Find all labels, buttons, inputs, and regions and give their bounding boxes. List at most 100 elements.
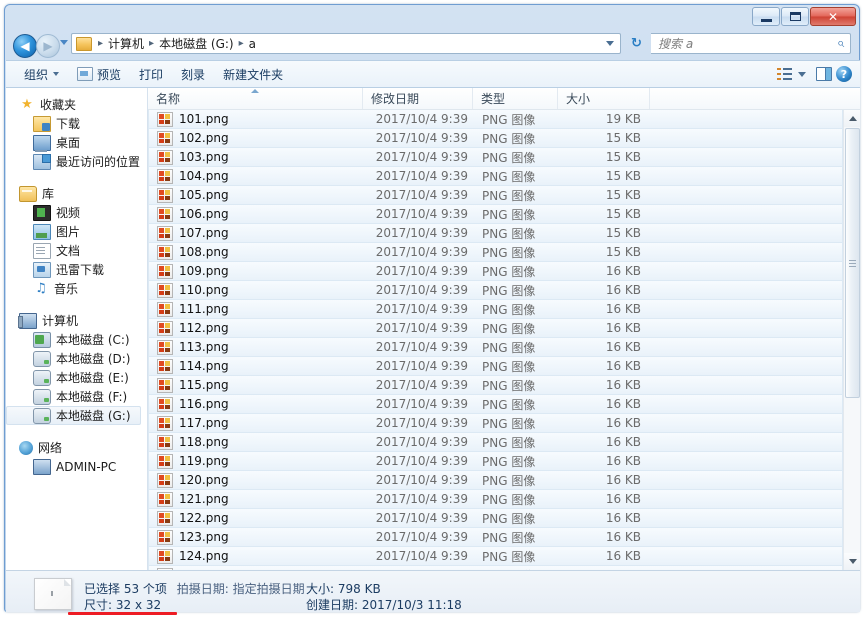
sidebar-item-documents[interactable]: 文档 <box>6 241 147 260</box>
table-row[interactable]: 109.png2017/10/4 9:39PNG 图像16 KB <box>148 262 843 281</box>
table-row[interactable]: 123.png2017/10/4 9:39PNG 图像16 KB <box>148 528 843 547</box>
column-header-size-label: 大小 <box>558 90 590 107</box>
nav-header-network[interactable]: 网络 <box>6 438 147 457</box>
search-icon: ⌕ <box>837 36 844 51</box>
table-row[interactable]: 122.png2017/10/4 9:39PNG 图像16 KB <box>148 509 843 528</box>
breadcrumb-item-drive[interactable]: 本地磁盘 (G:) <box>158 35 235 52</box>
table-row[interactable]: 112.png2017/10/4 9:39PNG 图像16 KB <box>148 319 843 338</box>
file-date-cell: 2017/10/4 9:39 <box>364 131 474 145</box>
table-row[interactable]: 110.png2017/10/4 9:39PNG 图像16 KB <box>148 281 843 300</box>
help-icon[interactable]: ? <box>836 66 852 82</box>
search-box[interactable]: 搜索 a ⌕ <box>651 33 851 54</box>
column-header-type[interactable]: 类型 <box>473 88 558 109</box>
sidebar-item-pictures[interactable]: 图片 <box>6 222 147 241</box>
sidebar-item-videos[interactable]: 视频 <box>6 203 147 222</box>
minimize-button[interactable] <box>752 7 780 26</box>
file-type-cell: PNG 图像 <box>474 396 559 413</box>
sidebar-item-desktop[interactable]: 桌面 <box>6 133 147 152</box>
view-chevron-down-icon[interactable] <box>798 72 806 77</box>
new-folder-button[interactable]: 新建文件夹 <box>215 63 291 85</box>
table-row[interactable]: 105.png2017/10/4 9:39PNG 图像15 KB <box>148 186 843 205</box>
table-row[interactable]: 106.png2017/10/4 9:39PNG 图像15 KB <box>148 205 843 224</box>
table-row[interactable]: 108.png2017/10/4 9:39PNG 图像15 KB <box>148 243 843 262</box>
table-row[interactable]: 120.png2017/10/4 9:39PNG 图像16 KB <box>148 471 843 490</box>
sidebar-item-downloads[interactable]: 下载 <box>6 114 147 133</box>
table-row[interactable]: 118.png2017/10/4 9:39PNG 图像16 KB <box>148 433 843 452</box>
file-type-cell: PNG 图像 <box>474 415 559 432</box>
refresh-icon: ↻ <box>631 36 642 51</box>
refresh-button[interactable]: ↻ <box>627 34 646 53</box>
breadcrumb-item-folder[interactable]: a <box>248 37 257 51</box>
recent-locations-chevron-icon[interactable] <box>60 40 68 45</box>
file-type-cell: PNG 图像 <box>474 548 559 565</box>
sidebar-item-recent-places-label: 最近访问的位置 <box>56 153 140 170</box>
table-row[interactable]: 102.png2017/10/4 9:39PNG 图像15 KB <box>148 129 843 148</box>
chevron-down-icon <box>53 72 59 76</box>
sidebar-item-drive-f[interactable]: 本地磁盘 (F:) <box>6 387 147 406</box>
file-date-cell: 2017/10/4 9:39 <box>364 169 474 183</box>
table-row[interactable]: 115.png2017/10/4 9:39PNG 图像16 KB <box>148 376 843 395</box>
column-header-type-label: 类型 <box>473 90 505 107</box>
nav-header-favorites[interactable]: ★ 收藏夹 <box>6 95 147 114</box>
table-row[interactable]: 113.png2017/10/4 9:39PNG 图像16 KB <box>148 338 843 357</box>
print-label: 打印 <box>139 66 163 83</box>
back-button[interactable]: ◀ <box>13 34 37 58</box>
table-row[interactable]: 114.png2017/10/4 9:39PNG 图像16 KB <box>148 357 843 376</box>
vertical-scrollbar[interactable] <box>843 110 860 570</box>
file-size-cell: 16 KB <box>559 454 651 468</box>
close-button[interactable]: ✕ <box>810 7 856 26</box>
table-row[interactable]: 119.png2017/10/4 9:39PNG 图像16 KB <box>148 452 843 471</box>
file-name-label: 115.png <box>179 378 229 392</box>
xunlei-icon <box>33 262 51 278</box>
scrollbar-thumb[interactable] <box>845 128 860 398</box>
star-icon: ★ <box>19 98 35 112</box>
file-name-cell: 121.png <box>149 492 364 507</box>
back-arrow-icon: ◀ <box>14 35 36 57</box>
table-row[interactable]: 124.png2017/10/4 9:39PNG 图像16 KB <box>148 547 843 566</box>
table-row[interactable]: 121.png2017/10/4 9:39PNG 图像16 KB <box>148 490 843 509</box>
maximize-button[interactable] <box>781 7 809 26</box>
print-button[interactable]: 打印 <box>131 63 171 85</box>
sidebar-item-xunlei[interactable]: 迅雷下载 <box>6 260 147 279</box>
burn-button[interactable]: 刻录 <box>173 63 213 85</box>
table-row[interactable]: 107.png2017/10/4 9:39PNG 图像15 KB <box>148 224 843 243</box>
file-name-label: 114.png <box>179 359 229 373</box>
column-header-name[interactable]: 名称 <box>148 88 363 109</box>
file-size-cell: 16 KB <box>559 549 651 563</box>
sidebar-item-drive-g[interactable]: 本地磁盘 (G:) <box>6 406 141 425</box>
sidebar-item-drive-e[interactable]: 本地磁盘 (E:) <box>6 368 147 387</box>
address-dropdown-chevron-icon[interactable] <box>606 41 614 46</box>
table-row[interactable]: 117.png2017/10/4 9:39PNG 图像16 KB <box>148 414 843 433</box>
table-row[interactable]: 103.png2017/10/4 9:39PNG 图像15 KB <box>148 148 843 167</box>
drive-icon <box>33 370 51 386</box>
forward-button[interactable]: ▶ <box>36 34 60 58</box>
organize-button[interactable]: 组织 <box>16 63 67 85</box>
sidebar-item-drive-c[interactable]: 本地磁盘 (C:) <box>6 330 147 349</box>
column-header-date[interactable]: 修改日期 <box>363 88 473 109</box>
sidebar-item-admin-pc[interactable]: ADMIN-PC <box>6 457 147 476</box>
sidebar-item-recent-places[interactable]: 最近访问的位置 <box>6 152 147 171</box>
table-row[interactable]: 104.png2017/10/4 9:39PNG 图像15 KB <box>148 167 843 186</box>
table-row[interactable]: 116.png2017/10/4 9:39PNG 图像16 KB <box>148 395 843 414</box>
sidebar-item-music[interactable]: ♫ 音乐 <box>6 279 147 298</box>
file-size-cell: 16 KB <box>559 416 651 430</box>
sidebar-item-drive-d[interactable]: 本地磁盘 (D:) <box>6 349 147 368</box>
png-file-icon <box>157 245 173 260</box>
file-size-cell: 16 KB <box>559 492 651 506</box>
preview-pane-icon[interactable] <box>816 67 832 81</box>
table-row[interactable]: 111.png2017/10/4 9:39PNG 图像16 KB <box>148 300 843 319</box>
file-name-cell: 103.png <box>149 150 364 165</box>
address-bar[interactable]: ▸ 计算机 ▸ 本地磁盘 (G:) ▸ a <box>71 33 621 54</box>
table-row[interactable]: 101.png2017/10/4 9:39PNG 图像19 KB <box>148 110 843 129</box>
breadcrumb-separator: ▸ <box>145 38 158 49</box>
scroll-up-button[interactable] <box>844 110 860 127</box>
change-view-icon[interactable] <box>777 68 792 81</box>
breadcrumb-item-computer[interactable]: 计算机 <box>107 35 145 52</box>
nav-header-computer[interactable]: 计算机 <box>6 311 147 330</box>
sidebar-item-xunlei-label: 迅雷下载 <box>56 261 104 278</box>
nav-header-libraries[interactable]: 库 <box>6 184 147 203</box>
preview-button[interactable]: 预览 <box>69 63 129 85</box>
scroll-down-button[interactable] <box>844 553 860 570</box>
column-header-size[interactable]: 大小 <box>558 88 650 109</box>
file-name-cell: 119.png <box>149 454 364 469</box>
